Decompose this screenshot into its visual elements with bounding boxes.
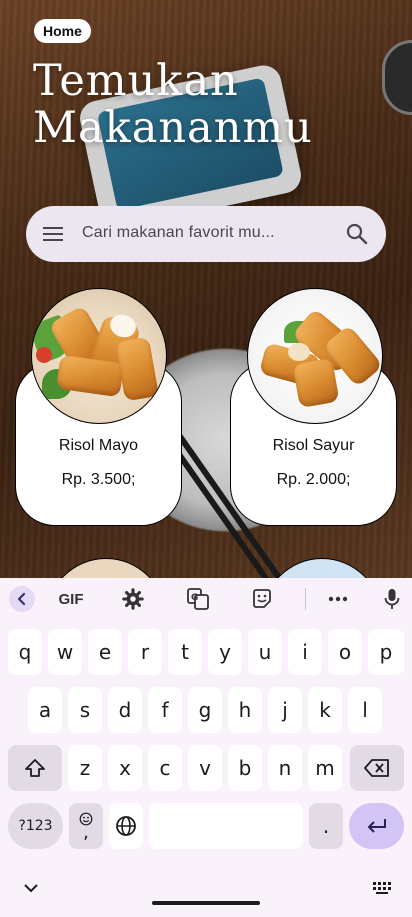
key-z[interactable]: z xyxy=(68,745,102,791)
shift-key[interactable] xyxy=(8,745,62,791)
product-name: Risol Mayo xyxy=(58,437,139,454)
translate-button[interactable]: G xyxy=(185,586,211,612)
more-horizontal-icon xyxy=(328,596,348,602)
title-line-1: Temukan xyxy=(33,56,239,106)
key-m[interactable]: m xyxy=(308,745,342,791)
key-a[interactable]: a xyxy=(28,687,62,733)
key-y[interactable]: y xyxy=(208,629,242,675)
product-image-peek[interactable] xyxy=(46,558,166,578)
key-x[interactable]: x xyxy=(108,745,142,791)
translate-icon: G xyxy=(187,588,209,610)
svg-text:G: G xyxy=(191,593,198,603)
collapse-toolbar-button[interactable] xyxy=(9,586,35,612)
key-o[interactable]: o xyxy=(328,629,362,675)
comma-label: , xyxy=(83,822,89,843)
key-n[interactable]: n xyxy=(268,745,302,791)
microphone-icon xyxy=(384,589,400,609)
search-placeholder: Cari makanan favorit mu... xyxy=(82,224,275,241)
soft-keyboard: GIF G q w e r t y u i o p a s d f g h j … xyxy=(0,578,412,917)
key-c[interactable]: c xyxy=(148,745,182,791)
globe-icon xyxy=(116,816,136,836)
product-price: Rp. 2.000; xyxy=(276,471,351,488)
emoji-comma-key[interactable]: , xyxy=(69,803,103,849)
keyboard-switcher-icon[interactable] xyxy=(373,882,391,894)
product-image-peek[interactable] xyxy=(262,558,382,578)
backspace-key[interactable] xyxy=(350,745,404,791)
product-price: Rp. 3.500; xyxy=(61,471,136,488)
home-breadcrumb-chip[interactable]: Home xyxy=(34,19,91,43)
key-l[interactable]: l xyxy=(348,687,382,733)
key-r[interactable]: r xyxy=(128,629,162,675)
risol-mayo-image[interactable] xyxy=(31,288,167,424)
sticker-button[interactable] xyxy=(249,586,275,612)
gear-icon xyxy=(122,588,144,610)
app-screen: Home Temukan Makananmu Cari makanan favo… xyxy=(0,0,412,578)
key-g[interactable]: g xyxy=(188,687,222,733)
search-bar[interactable]: Cari makanan favorit mu... xyxy=(26,206,386,262)
key-h[interactable]: h xyxy=(228,687,262,733)
toolbar-divider xyxy=(305,588,306,610)
page-title: Temukan Makananmu xyxy=(33,58,313,152)
enter-key[interactable] xyxy=(349,803,404,849)
hide-keyboard-chevron-icon[interactable] xyxy=(23,883,39,893)
key-w[interactable]: w xyxy=(48,629,82,675)
menu-icon[interactable] xyxy=(43,225,63,243)
product-name: Risol Sayur xyxy=(272,437,355,454)
shift-icon xyxy=(25,759,45,777)
key-s[interactable]: s xyxy=(68,687,102,733)
key-i[interactable]: i xyxy=(288,629,322,675)
key-f[interactable]: f xyxy=(148,687,182,733)
key-t[interactable]: t xyxy=(168,629,202,675)
key-u[interactable]: u xyxy=(248,629,282,675)
key-e[interactable]: e xyxy=(88,629,122,675)
space-key[interactable] xyxy=(149,803,303,849)
key-p[interactable]: p xyxy=(368,629,404,675)
search-icon[interactable] xyxy=(346,223,368,245)
key-j[interactable]: j xyxy=(268,687,302,733)
key-d[interactable]: d xyxy=(108,687,142,733)
language-key[interactable] xyxy=(109,803,143,849)
voice-input-button[interactable] xyxy=(379,586,405,612)
title-line-2: Makananmu xyxy=(33,103,313,153)
settings-button[interactable] xyxy=(120,586,146,612)
key-v[interactable]: v xyxy=(188,745,222,791)
background-cup xyxy=(382,40,412,115)
period-key[interactable]: . xyxy=(309,803,343,849)
more-options-button[interactable] xyxy=(325,586,351,612)
sticker-icon xyxy=(253,589,271,608)
gif-button[interactable]: GIF xyxy=(54,586,88,612)
symbols-key[interactable]: ?123 xyxy=(8,803,63,849)
backspace-icon xyxy=(364,759,389,777)
risol-sayur-image[interactable] xyxy=(247,288,383,424)
gesture-navigation-bar[interactable] xyxy=(152,901,260,905)
chevron-left-icon xyxy=(17,592,26,606)
key-k[interactable]: k xyxy=(308,687,342,733)
key-b[interactable]: b xyxy=(228,745,262,791)
key-q[interactable]: q xyxy=(8,629,42,675)
enter-icon xyxy=(367,819,386,833)
